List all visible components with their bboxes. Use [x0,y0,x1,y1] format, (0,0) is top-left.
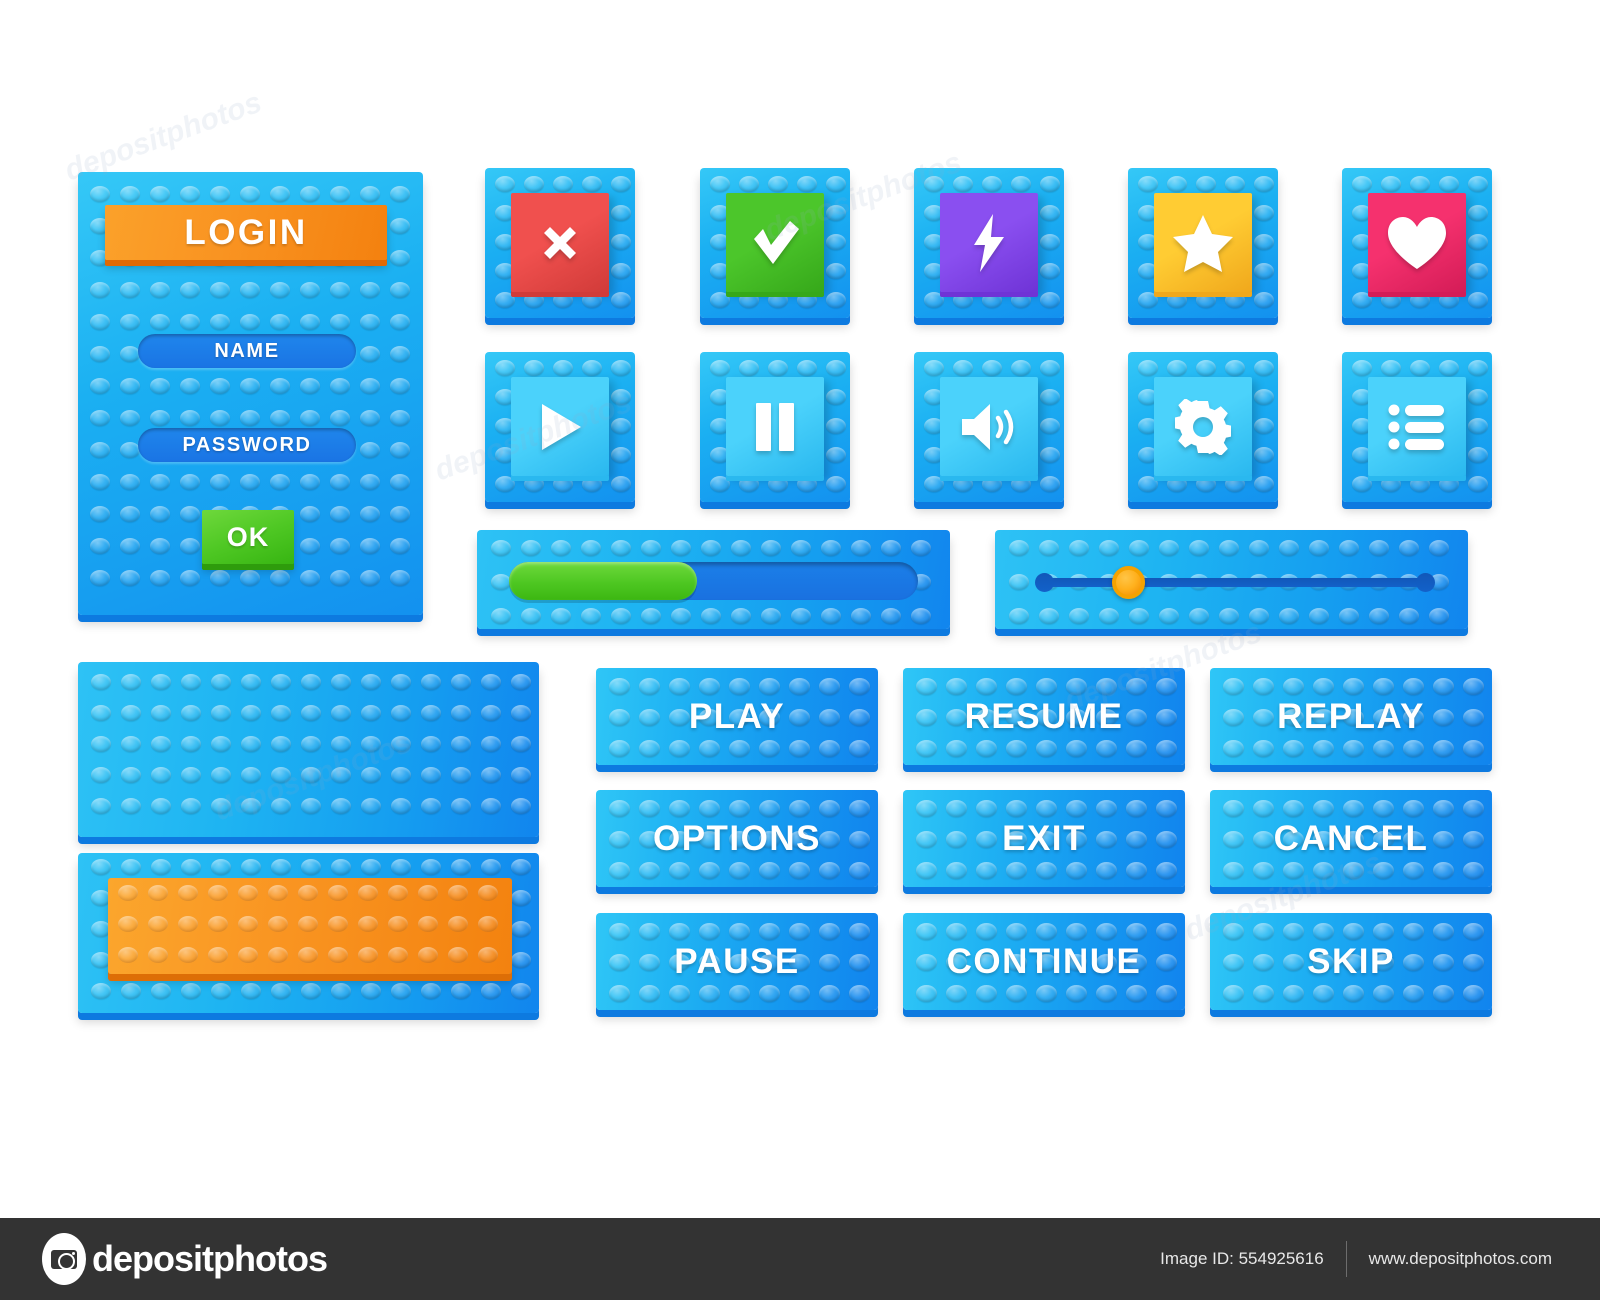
slider-panel [995,530,1468,629]
footer-meta: Image ID: 554925616 www.depositphotos.co… [1160,1241,1552,1277]
button-label: PAUSE [674,941,800,981]
check-icon [726,193,824,292]
gear-icon [1154,377,1252,476]
button-label: EXIT [1002,818,1086,858]
login-title: LOGIN [105,205,387,260]
button-cancel[interactable]: CANCEL [1210,790,1492,887]
icon-button-heart[interactable] [1342,168,1492,318]
button-pause[interactable]: PAUSE [596,913,878,1010]
progress-track[interactable] [509,562,918,600]
name-input[interactable]: NAME [138,334,356,368]
ok-button[interactable]: OK [202,510,294,564]
password-input[interactable]: PASSWORD [138,428,356,462]
icon-button-star[interactable] [1128,168,1278,318]
highlighted-panel [78,853,539,1013]
brand-name: depositphotos [92,1238,328,1279]
button-label: OPTIONS [652,818,822,858]
slider-knob[interactable] [1111,566,1145,599]
icon-button-sound[interactable] [914,352,1064,502]
heart-icon [1368,193,1466,292]
image-id-label: Image ID: 554925616 [1160,1249,1324,1268]
icon-button-check[interactable] [700,168,850,318]
icon-button-play[interactable] [485,352,635,502]
button-options[interactable]: OPTIONS [596,790,878,887]
camera-icon [42,1233,86,1285]
website-link[interactable]: www.depositphotos.com [1369,1249,1552,1269]
play-icon [511,377,609,476]
icon-button-lightning[interactable] [914,168,1064,318]
depositphotos-logo: depositphotos [42,1233,328,1285]
star-icon [1154,193,1252,292]
button-continue[interactable]: CONTINUE [903,913,1185,1010]
slider-start-dot [1035,573,1054,592]
button-label: RESUME [964,696,1124,736]
icon-button-pause[interactable] [700,352,850,502]
button-replay[interactable]: REPLAY [1210,668,1492,765]
lightning-icon [940,193,1038,292]
slider-track[interactable] [1039,578,1424,587]
progress-bar-panel [477,530,950,629]
slider-end-dot [1416,573,1435,592]
button-label: CANCEL [1273,818,1429,858]
sound-icon [940,377,1038,476]
blank-panel [78,662,539,837]
button-label: REPLAY [1277,696,1425,736]
stud-texture [78,662,539,837]
button-label: CONTINUE [946,941,1142,981]
button-label: SKIP [1307,941,1395,981]
ui-kit-canvas: LOGIN NAME PASSWORD OK PLAY RESUME REPLAY O… [0,0,1600,1300]
progress-fill [509,562,698,600]
button-play[interactable]: PLAY [596,668,878,765]
close-icon [511,193,609,292]
icon-button-close[interactable] [485,168,635,318]
button-skip[interactable]: SKIP [1210,913,1492,1010]
button-label: PLAY [688,696,786,736]
button-exit[interactable]: EXIT [903,790,1185,887]
icon-button-gear[interactable] [1128,352,1278,502]
divider [1345,1241,1347,1277]
list-icon [1368,377,1466,476]
orange-inset-bar[interactable] [108,878,512,974]
button-resume[interactable]: RESUME [903,668,1185,765]
icon-button-list[interactable] [1342,352,1492,502]
login-panel: LOGIN NAME PASSWORD OK [78,172,423,615]
footer-bar: depositphotos Image ID: 554925616 www.de… [0,1218,1600,1300]
pause-icon [726,377,824,476]
